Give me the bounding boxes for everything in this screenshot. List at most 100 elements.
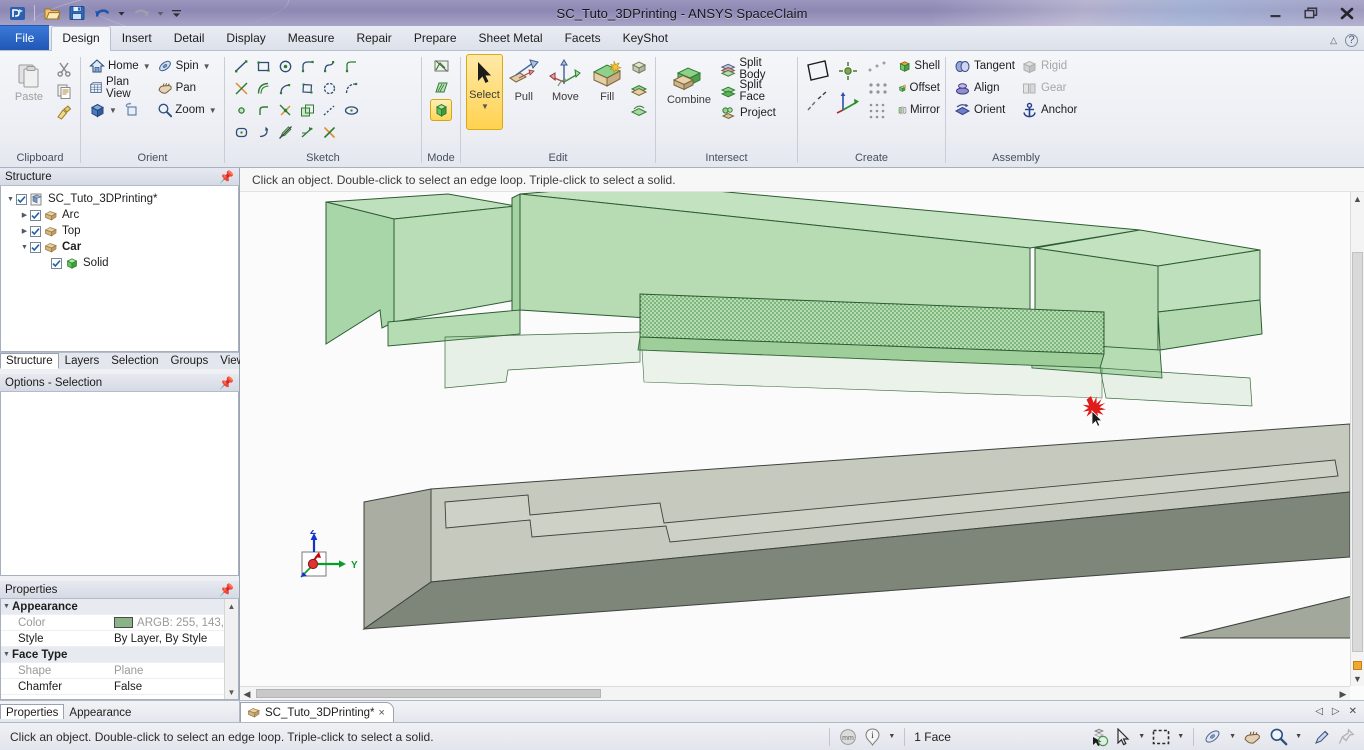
panel-tab-selection[interactable]: Selection [105,353,164,369]
mirror-button[interactable]: Mirror [895,99,943,121]
tree-checkbox[interactable] [30,226,41,237]
format-painter-icon[interactable] [53,102,75,124]
tangent-arc-icon[interactable] [296,55,318,77]
property-category-appearance[interactable]: ▼ Appearance [1,599,224,615]
open-icon[interactable] [41,2,63,24]
customize-qat-icon[interactable] [169,2,183,24]
expander-expanded-icon[interactable]: ▼ [1,603,12,610]
tab-file[interactable]: File [0,25,49,50]
property-row-style[interactable]: Style By Layer, By Style [1,631,224,647]
tree-item-top[interactable]: ▶ Top [1,223,238,239]
view-scroll-up-icon[interactable]: ▲ [1351,192,1364,206]
view-vscroll-thumb[interactable] [1352,252,1363,652]
rectangle-icon[interactable] [252,55,274,77]
blend-icon[interactable] [628,56,650,78]
ellipse-icon[interactable] [340,99,362,121]
combine-button[interactable]: Combine [661,57,717,107]
plan-view-button[interactable]: Plan View [86,77,154,99]
line-icon[interactable] [230,55,252,77]
shell-button[interactable]: Shell [895,55,943,77]
polygon-icon[interactable] [296,77,318,99]
tree-checkbox[interactable] [51,258,62,269]
properties-grid[interactable]: ▼ Appearance Color ARGB: 255, 143, Style… [0,599,239,700]
tangent-button[interactable]: Tangent [951,55,1018,77]
spin-dropdown-icon[interactable]: ▼ [1229,733,1236,740]
tab-keyshot[interactable]: KeyShot [612,26,679,50]
tree-checkbox[interactable] [16,194,27,205]
sketch-points-icon[interactable] [863,78,895,100]
select-pointer-icon[interactable] [1116,728,1131,746]
axis-icon[interactable] [803,87,833,117]
model-3d-render[interactable] [240,192,1350,690]
circle-icon[interactable] [274,55,296,77]
home-button[interactable]: Home ▼ [86,55,154,77]
expander-collapsed-icon[interactable]: ▶ [19,211,30,219]
panel-tab-properties[interactable]: Properties [0,704,64,719]
split-face-button[interactable]: Split Face [717,80,792,102]
select-stack-icon[interactable] [1089,727,1109,747]
box-select-icon[interactable] [1152,729,1170,745]
split-curve-icon[interactable] [296,121,318,143]
tab-detail[interactable]: Detail [163,26,216,50]
undo-icon[interactable] [91,2,113,24]
gear-button[interactable]: Gear [1018,77,1081,99]
restore-button[interactable] [1298,3,1324,23]
sweep-arc-icon[interactable] [252,121,274,143]
options-panel-body[interactable] [0,392,239,576]
shell-stack-icon[interactable] [628,78,650,100]
pan-icon[interactable] [1243,728,1262,746]
zoom-dropdown-icon[interactable]: ▼ [209,106,217,115]
view-scroll-left-icon[interactable]: ◀ [240,687,254,700]
minimize-button[interactable] [1262,3,1288,23]
undo-dropdown-icon[interactable] [116,2,127,24]
expander-expanded-icon[interactable]: ▼ [1,651,12,658]
cut-icon[interactable] [53,58,75,80]
three-d-mode-icon[interactable] [430,99,452,121]
expander-expanded-icon[interactable]: ▼ [19,244,30,251]
graphics-canvas[interactable]: Z Y ▲ ▼ ◀ [240,192,1364,700]
view-scroll-marker[interactable] [1353,661,1362,670]
view-scroll-down-icon[interactable]: ▼ [1351,672,1364,686]
copy-icon[interactable] [53,80,75,102]
pull-button[interactable]: Pull [503,54,545,104]
project-button[interactable]: Project [717,102,792,124]
properties-pin-icon[interactable]: 📌 [219,583,234,597]
sketch-pen-icon[interactable] [1313,728,1331,746]
tab-prepare[interactable]: Prepare [403,26,468,50]
tab-insert[interactable]: Insert [111,26,163,50]
close-icon[interactable]: × [379,707,385,719]
structure-tree[interactable]: ▼ SC_Tuto_3DPrinting* ▶ Arc ▶ [0,186,239,352]
close-tab-icon[interactable]: ✕ [1349,706,1357,717]
tab-repair[interactable]: Repair [345,26,402,50]
orient-button[interactable]: Orient [951,99,1018,121]
tree-item-solid[interactable]: Solid [1,255,238,271]
prev-tab-icon[interactable]: ◁ [1315,706,1323,717]
offset-button[interactable]: Offset [895,77,943,99]
replace-icon[interactable] [628,100,650,122]
plane-icon[interactable] [803,55,833,87]
color-swatch[interactable] [114,617,133,628]
axis-triad[interactable]: Z Y [285,530,365,600]
trim-icon[interactable] [318,121,340,143]
help-icon[interactable]: ? [1345,34,1358,47]
point-icon[interactable] [230,99,252,121]
align-button[interactable]: Align [951,77,1018,99]
construction-line-icon[interactable] [274,77,296,99]
tree-checkbox[interactable] [30,210,41,221]
rotate-view-icon[interactable] [122,99,144,121]
expander-expanded-icon[interactable]: ▼ [5,196,16,203]
rigid-button[interactable]: Rigid [1018,55,1081,77]
project-to-sketch-icon[interactable] [296,99,318,121]
point-grid-icon[interactable] [863,100,895,122]
tree-checkbox[interactable] [30,242,41,253]
property-row-shape[interactable]: Shape Plane [1,663,224,679]
origin-icon[interactable] [833,55,863,87]
expander-collapsed-icon[interactable]: ▶ [19,227,30,235]
spin-button[interactable]: Spin ▼ [154,55,220,77]
zoom-icon[interactable] [1269,727,1288,746]
minimize-ribbon-icon[interactable]: △ [1330,35,1337,46]
spin-icon[interactable] [1203,727,1222,746]
tree-item-car[interactable]: ▼ Car [1,239,238,255]
next-tab-icon[interactable]: ▷ [1332,706,1340,717]
viewport-vertical-scrollbar[interactable]: ▲ ▼ [1350,192,1364,686]
